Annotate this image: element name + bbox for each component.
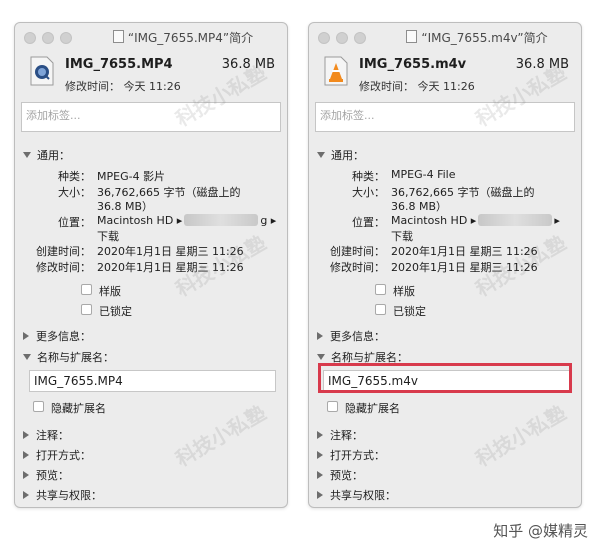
- created-value: 2020年1月1日 星期三 11:26: [391, 245, 538, 258]
- size-label: 大小：: [352, 186, 385, 199]
- zoom-window-button[interactable]: [354, 32, 366, 44]
- section-general-toggle[interactable]: 通用：: [23, 147, 70, 163]
- modified-label: 修改时间：: [36, 261, 91, 274]
- disclosure-collapsed-icon: [317, 471, 323, 479]
- close-window-button[interactable]: [318, 32, 330, 44]
- vlc-file-icon: [324, 56, 348, 86]
- modified-summary: 修改时间： 今天 11:26: [359, 80, 475, 93]
- section-general-toggle[interactable]: 通用：: [317, 147, 364, 163]
- where-value: Macintosh HD ▸ g ▸: [97, 214, 277, 227]
- redacted-path: [184, 214, 259, 226]
- disclosure-expanded-icon: [23, 152, 31, 158]
- stationery-label: 样版: [393, 285, 415, 298]
- section-comments-toggle[interactable]: 注释：: [23, 427, 69, 443]
- disclosure-collapsed-icon: [23, 431, 29, 439]
- hide-extension-checkbox[interactable]: [33, 401, 44, 412]
- hide-extension-label: 隐藏扩展名: [345, 402, 400, 415]
- modified-summary: 修改时间： 今天 11:26: [65, 80, 181, 93]
- close-window-button[interactable]: [24, 32, 36, 44]
- section-sharing-toggle[interactable]: 共享与权限：: [317, 487, 396, 503]
- modified-label: 修改时间：: [330, 261, 385, 274]
- modified-value: 2020年1月1日 星期三 11:26: [391, 261, 538, 274]
- tags-input[interactable]: 添加标签...: [315, 102, 575, 132]
- where-value-folder: 下载: [391, 230, 413, 243]
- name-extension-input[interactable]: IMG_7655.MP4: [29, 370, 276, 392]
- window-title: “IMG_7655.MP4”简介: [127, 31, 254, 45]
- disclosure-collapsed-icon: [317, 491, 323, 499]
- where-label: 位置：: [352, 216, 385, 229]
- info-window-mp4: “IMG_7655.MP4”简介 IMG_7655.MP4 36.8 MB 修改…: [14, 22, 288, 508]
- locked-label: 已锁定: [99, 305, 132, 318]
- highlight-box: [318, 363, 572, 393]
- hide-extension-label: 隐藏扩展名: [51, 402, 106, 415]
- file-name: IMG_7655.m4v: [359, 57, 467, 72]
- size-value-line2: 36.8 MB）: [391, 200, 448, 213]
- quicktime-file-icon: [30, 56, 54, 86]
- where-label: 位置：: [58, 216, 91, 229]
- created-value: 2020年1月1日 星期三 11:26: [97, 245, 244, 258]
- file-size: 36.8 MB: [221, 57, 275, 72]
- disclosure-collapsed-icon: [317, 431, 323, 439]
- minimize-window-button[interactable]: [336, 32, 348, 44]
- disclosure-collapsed-icon: [23, 491, 29, 499]
- locked-checkbox[interactable]: [81, 304, 92, 315]
- disclosure-expanded-icon: [23, 354, 31, 360]
- locked-label: 已锁定: [393, 305, 426, 318]
- disclosure-expanded-icon: [317, 152, 325, 158]
- disclosure-collapsed-icon: [23, 332, 29, 340]
- tags-input[interactable]: 添加标签...: [21, 102, 281, 132]
- hide-extension-checkbox[interactable]: [327, 401, 338, 412]
- disclosure-collapsed-icon: [23, 471, 29, 479]
- disclosure-collapsed-icon: [317, 332, 323, 340]
- window-title: “IMG_7655.m4v”简介: [421, 31, 548, 45]
- section-name-ext-toggle[interactable]: 名称与扩展名：: [23, 349, 114, 365]
- info-window-m4v: “IMG_7655.m4v”简介 IMG_7655.m4v 36.8 MB 修改…: [308, 22, 582, 508]
- stationery-label: 样版: [99, 285, 121, 298]
- stationery-checkbox[interactable]: [375, 284, 386, 295]
- disclosure-expanded-icon: [317, 354, 325, 360]
- where-value-folder: 下载: [97, 230, 119, 243]
- kind-value: MPEG-4 影片: [97, 170, 166, 183]
- stationery-checkbox[interactable]: [81, 284, 92, 295]
- created-label: 创建时间：: [330, 245, 385, 258]
- section-more-info-toggle[interactable]: 更多信息：: [317, 328, 385, 344]
- where-value: Macintosh HD ▸ ▸: [391, 214, 560, 227]
- section-preview-toggle[interactable]: 预览：: [317, 467, 363, 483]
- zoom-window-button[interactable]: [60, 32, 72, 44]
- file-name: IMG_7655.MP4: [65, 57, 173, 72]
- section-open-with-toggle[interactable]: 打开方式：: [317, 447, 385, 463]
- title-bar: “IMG_7655.MP4”简介: [15, 23, 287, 51]
- locked-checkbox[interactable]: [375, 304, 386, 315]
- document-icon: [406, 30, 418, 43]
- size-value-line2: 36.8 MB）: [97, 200, 154, 213]
- document-icon: [112, 30, 124, 43]
- section-preview-toggle[interactable]: 预览：: [23, 467, 69, 483]
- created-label: 创建时间：: [36, 245, 91, 258]
- file-size: 36.8 MB: [515, 57, 569, 72]
- brand-credit: 知乎 @媒精灵: [493, 522, 588, 540]
- disclosure-collapsed-icon: [317, 451, 323, 459]
- redacted-path: [478, 214, 553, 226]
- kind-value: MPEG-4 File: [391, 168, 456, 181]
- disclosure-collapsed-icon: [23, 451, 29, 459]
- minimize-window-button[interactable]: [42, 32, 54, 44]
- section-more-info-toggle[interactable]: 更多信息：: [23, 328, 91, 344]
- kind-label: 种类：: [352, 170, 385, 183]
- section-sharing-toggle[interactable]: 共享与权限：: [23, 487, 102, 503]
- section-comments-toggle[interactable]: 注释：: [317, 427, 363, 443]
- kind-label: 种类：: [58, 170, 91, 183]
- title-bar: “IMG_7655.m4v”简介: [309, 23, 581, 51]
- size-label: 大小：: [58, 186, 91, 199]
- section-open-with-toggle[interactable]: 打开方式：: [23, 447, 91, 463]
- modified-value: 2020年1月1日 星期三 11:26: [97, 261, 244, 274]
